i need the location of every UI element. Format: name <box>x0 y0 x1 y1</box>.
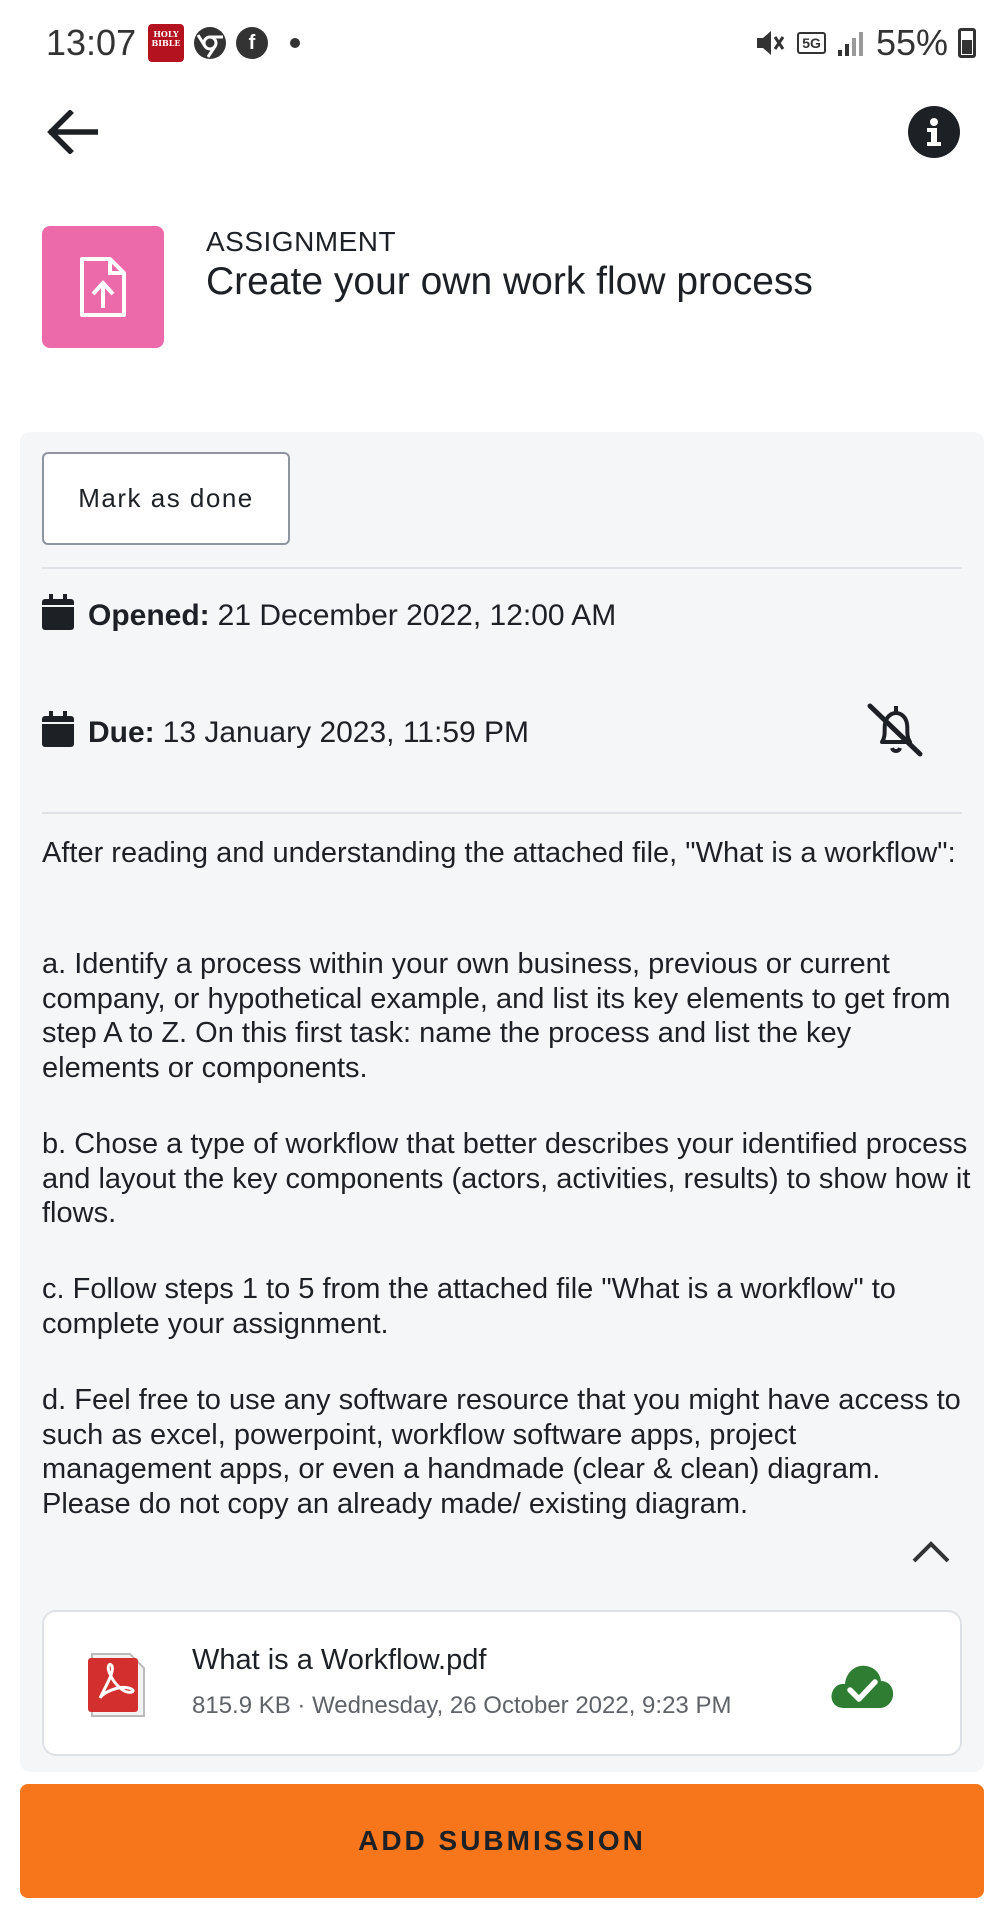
cloud-check-icon <box>831 1665 894 1708</box>
status-right-icons: 5G 55% <box>753 22 976 64</box>
chevron-up-icon <box>912 1541 950 1563</box>
opened-date-row: Opened: 21 December 2022, 12:00 AM <box>42 594 617 634</box>
5g-icon: 5G <box>797 32 826 54</box>
mute-icon <box>757 31 785 55</box>
assignment-icon-tile <box>42 226 164 348</box>
status-left-icons: HOLY BIBLE f <box>148 24 300 62</box>
bible-app-icon: HOLY BIBLE <box>148 24 184 62</box>
calendar-icon <box>42 711 74 747</box>
arrow-left-icon <box>47 110 98 154</box>
calendar-icon <box>42 594 74 630</box>
divider <box>42 812 962 814</box>
attachment-file-meta: 815.9 KB · Wednesday, 26 October 2022, 9… <box>192 1692 732 1719</box>
opened-label: Opened: <box>88 599 210 632</box>
description-item-d: d. Feel free to use any software resourc… <box>42 1384 961 1520</box>
collapse-description-button[interactable] <box>906 1532 956 1572</box>
back-button[interactable] <box>40 100 104 164</box>
due-value: 13 January 2023, 11:59 PM <box>162 716 530 749</box>
attachment-file-card[interactable]: What is a Workflow.pdf 815.9 KB · Wednes… <box>42 1610 962 1756</box>
description-item-a: a. Identify a process within your own bu… <box>42 948 951 1084</box>
divider <box>42 567 962 569</box>
due-date-row: Due: 13 January 2023, 11:59 PM <box>42 711 530 751</box>
notification-dot <box>290 38 300 48</box>
status-time: 13:07 <box>46 22 137 63</box>
reminder-toggle-button[interactable] <box>864 702 928 758</box>
pdf-file-icon <box>88 1653 145 1717</box>
battery-percent: 55% <box>875 22 948 63</box>
signal-icon <box>837 32 863 56</box>
add-submission-button[interactable]: ADD SUBMISSION <box>20 1784 984 1898</box>
due-label: Due: <box>88 716 155 749</box>
file-upload-icon <box>80 257 126 317</box>
description-item-c: c. Follow steps 1 to 5 from the attached… <box>42 1273 896 1340</box>
facebook-icon: f <box>236 27 268 59</box>
page-title: Create your own work flow process <box>206 260 813 303</box>
battery-icon <box>958 28 976 58</box>
opened-value: 21 December 2022, 12:00 AM <box>217 599 617 632</box>
mark-as-done-button[interactable]: Mark as done <box>42 452 290 545</box>
bell-off-icon <box>867 703 923 757</box>
attachment-file-name: What is a Workflow.pdf <box>192 1644 487 1676</box>
activity-type-label: ASSIGNMENT <box>206 226 397 257</box>
info-button[interactable] <box>908 106 960 158</box>
info-icon <box>927 118 941 146</box>
description-item-b: b. Chose a type of workflow that better … <box>42 1128 971 1229</box>
status-bar: 13:07 HOLY BIBLE f 5G 55% <box>0 0 1004 88</box>
description-intro: After reading and understanding the atta… <box>42 837 956 869</box>
chrome-icon <box>194 27 226 59</box>
